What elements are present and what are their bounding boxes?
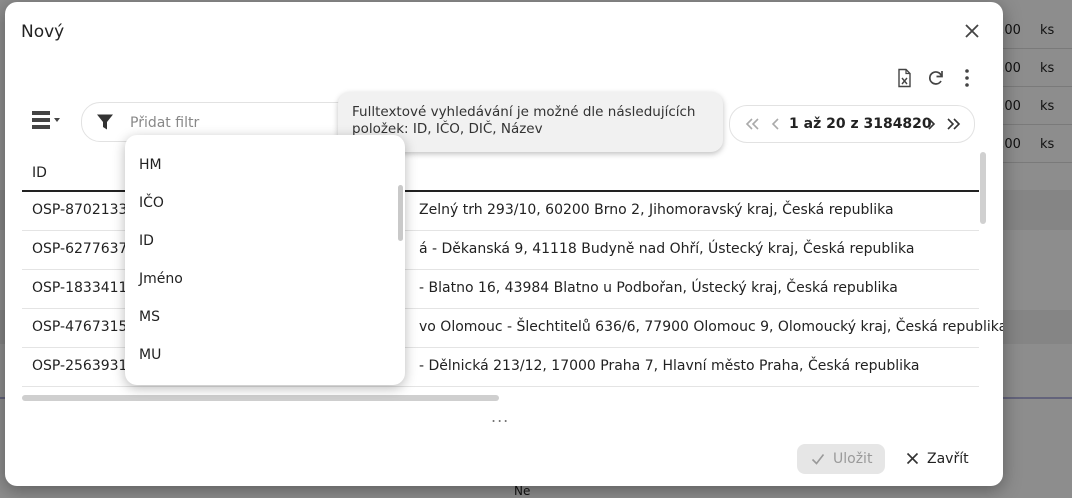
bg-row: 0,00 ks xyxy=(992,10,1072,49)
cell-id: OSP-18334113 xyxy=(32,280,137,296)
dropdown-option[interactable]: ID xyxy=(139,233,154,249)
export-excel-icon[interactable] xyxy=(894,68,914,88)
close-button-label: Zavřít xyxy=(927,451,969,467)
cell-address: - Dělnická 213/12, 17000 Praha 7, Hlavní… xyxy=(419,358,920,374)
dropdown-option[interactable]: HM xyxy=(139,157,162,173)
cell-address: vo Olomouc - Šlechtitelů 636/6, 77900 Ol… xyxy=(419,319,1003,335)
column-header-id[interactable]: ID xyxy=(32,165,47,181)
bg-row: 0,00 ks xyxy=(992,48,1072,87)
cell-id: OSP-2563931 xyxy=(32,358,128,374)
new-record-dialog: Nový Fulltextové vyhledávání je možné dl… xyxy=(5,2,1003,486)
filter-input[interactable] xyxy=(128,111,362,135)
dropdown-option[interactable]: MU xyxy=(139,347,161,363)
close-icon xyxy=(906,452,919,465)
pagination: 1 až 20 z 3184820 xyxy=(729,105,975,143)
filter-icon xyxy=(97,114,113,130)
save-button-label: Uložit xyxy=(833,451,873,467)
bg-row: 0,00 ks xyxy=(992,124,1072,163)
check-icon xyxy=(811,454,825,465)
bg-unit: ks xyxy=(1040,99,1055,114)
refresh-icon[interactable] xyxy=(926,68,946,88)
dropdown-option[interactable]: IČO xyxy=(139,195,164,211)
dropdown-option[interactable]: MS xyxy=(139,309,160,325)
close-icon[interactable] xyxy=(963,22,981,40)
cell-address: á - Děkanská 9, 41118 Budyně nad Ohří, Ú… xyxy=(419,241,915,257)
view-settings-icon[interactable] xyxy=(27,106,63,136)
close-button[interactable]: Zavřít xyxy=(903,444,973,474)
dropdown-scrollbar[interactable] xyxy=(398,185,403,241)
more-options-icon[interactable] xyxy=(957,68,977,88)
page-info: 1 až 20 z 3184820 xyxy=(789,116,932,132)
last-page-icon[interactable] xyxy=(946,116,962,132)
cell-id: OSP-6277637 xyxy=(32,241,128,257)
cell-address: - Blatno 16, 43984 Blatno u Podbořan, Ús… xyxy=(419,280,898,296)
prev-page-icon[interactable] xyxy=(768,116,784,132)
dropdown-option[interactable]: Jméno xyxy=(139,271,183,287)
next-page-icon[interactable] xyxy=(923,116,939,132)
dialog-title: Nový xyxy=(21,22,65,42)
bg-unit: ks xyxy=(1040,61,1055,76)
save-button[interactable]: Uložit xyxy=(797,444,885,474)
filter-field-dropdown: HM IČO ID Jméno MS MU xyxy=(125,135,405,385)
table-vertical-scrollbar[interactable] xyxy=(980,152,986,224)
bg-bottom-text: Ne xyxy=(514,484,531,498)
cell-address: Zelný trh 293/10, 60200 Brno 2, Jihomora… xyxy=(419,202,894,218)
cell-id: OSP-47673150 xyxy=(32,319,137,335)
bg-unit: ks xyxy=(1040,23,1055,38)
cell-id: OSP-8702133 xyxy=(32,202,128,218)
bg-unit: ks xyxy=(1040,137,1055,152)
first-page-icon[interactable] xyxy=(744,116,760,132)
bg-row: 0,00 ks xyxy=(992,86,1072,125)
table-horizontal-scrollbar[interactable] xyxy=(22,395,499,401)
more-dots[interactable]: ... xyxy=(491,407,509,426)
